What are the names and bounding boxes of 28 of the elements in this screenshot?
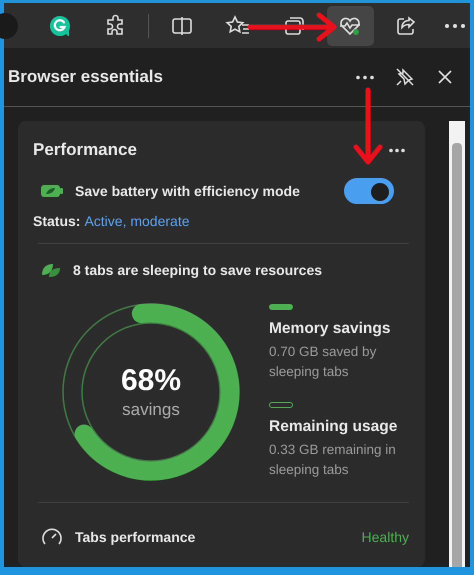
panel-title: Browser essentials: [8, 67, 164, 87]
efficiency-mode-label: Save battery with efficiency mode: [75, 183, 301, 199]
status-label: Status:: [33, 213, 80, 229]
savings-percent: 68%: [120, 364, 182, 398]
outline-legend-swatch: [269, 402, 293, 408]
sleeping-tabs-text: 8 tabs are sleeping to save resources: [73, 262, 324, 278]
legend-description: 0.33 GB remaining in sleeping tabs: [269, 441, 397, 479]
tabs-performance-status: Healthy: [362, 529, 409, 545]
essentials-button[interactable]: [326, 6, 374, 46]
legend-title: Memory savings: [269, 320, 390, 338]
scrollbar[interactable]: [449, 121, 465, 567]
card-title: Performance: [33, 140, 137, 160]
filled-legend-swatch: [269, 304, 293, 310]
legend-description: 0.70 GB saved by sleeping tabs: [269, 343, 378, 381]
gauge-icon: [41, 527, 63, 547]
g-logo-icon: [48, 14, 72, 38]
tabs-performance-label: Tabs performance: [75, 529, 196, 545]
legend-title: Remaining usage: [269, 418, 398, 436]
savings-caption: savings: [122, 400, 180, 420]
battery-leaf-icon: [41, 184, 63, 198]
close-icon: [437, 69, 453, 85]
more-icon: [355, 74, 375, 80]
more-icon: [388, 148, 406, 152]
status-value: Active, moderate: [84, 213, 190, 229]
unpin-icon: [395, 67, 415, 87]
efficiency-toggle[interactable]: [344, 178, 394, 204]
more-icon: [444, 22, 466, 28]
leaves-icon: [41, 262, 61, 278]
